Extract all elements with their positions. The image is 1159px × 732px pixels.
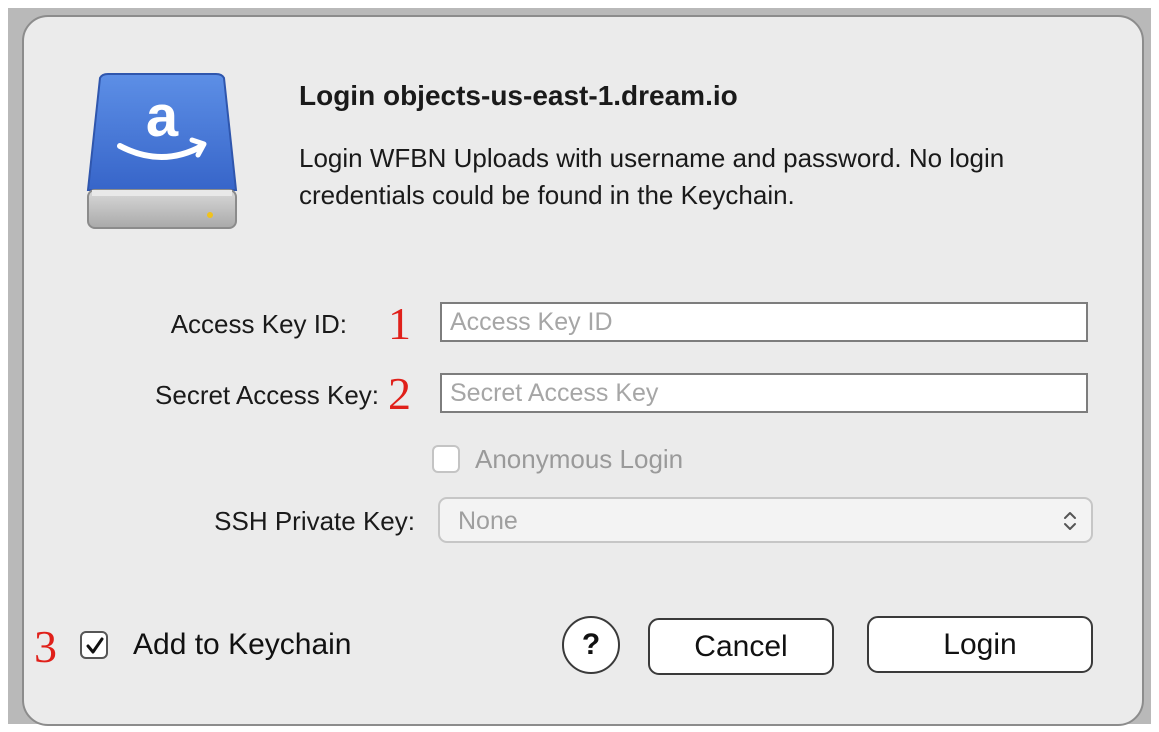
amazon-drive-icon: a xyxy=(86,72,238,232)
secret-key-label: Secret Access Key: xyxy=(155,380,379,410)
cancel-button[interactable]: Cancel xyxy=(648,618,834,675)
checkmark-icon xyxy=(86,637,104,654)
annotation-marker-2: 2 xyxy=(388,368,411,419)
annotation-marker-3: 3 xyxy=(34,621,57,672)
dialog-title: Login objects-us-east-1.dream.io xyxy=(299,80,738,111)
svg-text:a: a xyxy=(146,84,179,149)
secret-key-input[interactable] xyxy=(440,373,1088,413)
dialog-message: Login WFBN Uploads with username and pas… xyxy=(299,143,1005,210)
access-key-label: Access Key ID: xyxy=(170,309,347,339)
ssh-key-selected-value: None xyxy=(458,507,518,535)
help-button[interactable]: ? xyxy=(562,616,620,674)
annotation-marker-1: 1 xyxy=(388,298,411,349)
ssh-key-label: SSH Private Key: xyxy=(214,506,415,536)
up-down-chevron-icon xyxy=(1063,510,1077,537)
anonymous-login-label: Anonymous Login xyxy=(475,444,684,474)
add-to-keychain-checkbox[interactable] xyxy=(80,631,108,659)
access-key-input[interactable] xyxy=(440,302,1088,342)
add-to-keychain-label: Add to Keychain xyxy=(133,628,352,661)
anonymous-login-checkbox[interactable] xyxy=(432,445,460,473)
ssh-key-select[interactable]: None xyxy=(438,497,1093,543)
login-button[interactable]: Login xyxy=(867,616,1093,673)
